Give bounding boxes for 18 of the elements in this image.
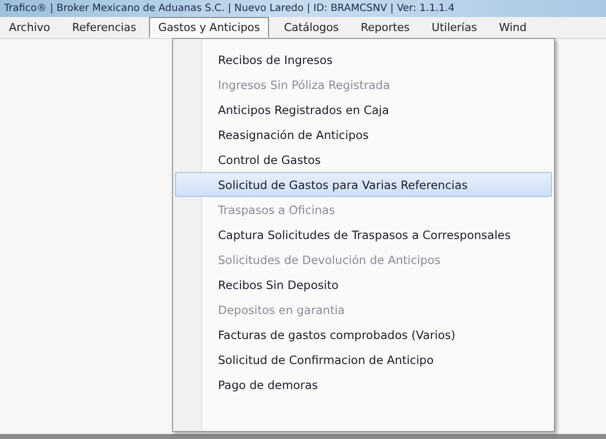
- menu-item[interactable]: Gastos y Anticipos: [149, 17, 269, 38]
- window-title: Trafico® | Broker Mexicano de Aduanas S.C. | Nuevo Laredo | ID: BRAMCSNV | Ver: 1.1.1.4: [0, 0, 606, 17]
- menu-item[interactable]: Archivo: [0, 17, 60, 38]
- menu-item[interactable]: Catálogos: [274, 17, 348, 38]
- menu-entry[interactable]: Reasignación de Anticipos: [175, 122, 552, 147]
- menu-item[interactable]: Reportes: [352, 17, 419, 38]
- menu-entry[interactable]: Solicitud de Gastos para Varias Referencias: [175, 172, 552, 197]
- menu-entry[interactable]: Recibos de Ingresos: [175, 47, 552, 72]
- menu-entry[interactable]: Anticipos Registrados en Caja: [175, 97, 552, 122]
- menu-entry[interactable]: Captura Solicitudes de Traspasos a Corresponsales: [175, 222, 552, 247]
- menu-item[interactable]: Utilerías: [422, 17, 486, 38]
- menu-item[interactable]: Referencias: [63, 17, 146, 38]
- menu-entry[interactable]: Recibos Sin Deposito: [175, 272, 552, 297]
- menu-entry[interactable]: Solicitud de Confirmacion de Anticipo: [175, 347, 552, 372]
- menu-entry[interactable]: Pago de demoras: [175, 372, 552, 397]
- menu-entry[interactable]: Control de Gastos: [175, 147, 552, 172]
- menu-entry[interactable]: Facturas de gastos comprobados (Varios): [175, 322, 552, 347]
- menu-item[interactable]: Wind: [490, 17, 536, 38]
